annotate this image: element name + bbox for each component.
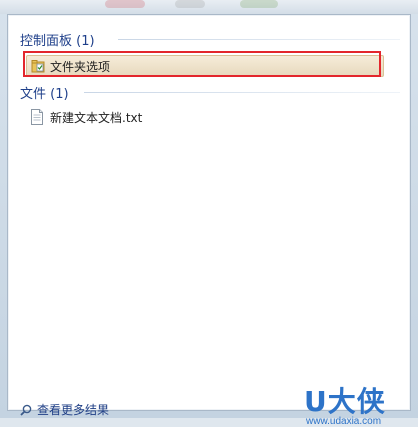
- search-icon: [20, 404, 32, 416]
- see-more-results-link[interactable]: 查看更多结果: [20, 401, 109, 418]
- taskbar-strip: [0, 0, 418, 14]
- search-results-panel: 控制面板 (1) 文件夹选项 文件 (1) 新建文本文档.txt 查看更多结果 …: [7, 14, 411, 427]
- blurred-element: [240, 0, 278, 8]
- highlight-annotation-box: [23, 51, 381, 77]
- group-divider: [84, 92, 400, 93]
- result-item-label: 新建文本文档.txt: [50, 110, 143, 125]
- group-header-files[interactable]: 文件 (1): [20, 83, 69, 102]
- blurred-element: [105, 0, 145, 8]
- start-menu-frame: 控制面板 (1) 文件夹选项 文件 (1) 新建文本文档.txt 查看更多结果 …: [0, 0, 418, 427]
- result-item-text-document[interactable]: 新建文本文档.txt: [30, 107, 142, 127]
- watermark-logo: U大侠 www.udaxia.com: [304, 380, 414, 427]
- see-more-label: 查看更多结果: [37, 403, 110, 417]
- blurred-element: [175, 0, 205, 8]
- group-header-control-panel[interactable]: 控制面板 (1): [20, 30, 95, 49]
- text-document-icon: [31, 109, 43, 125]
- watermark-brand: U大侠: [304, 385, 386, 418]
- group-divider: [118, 39, 400, 40]
